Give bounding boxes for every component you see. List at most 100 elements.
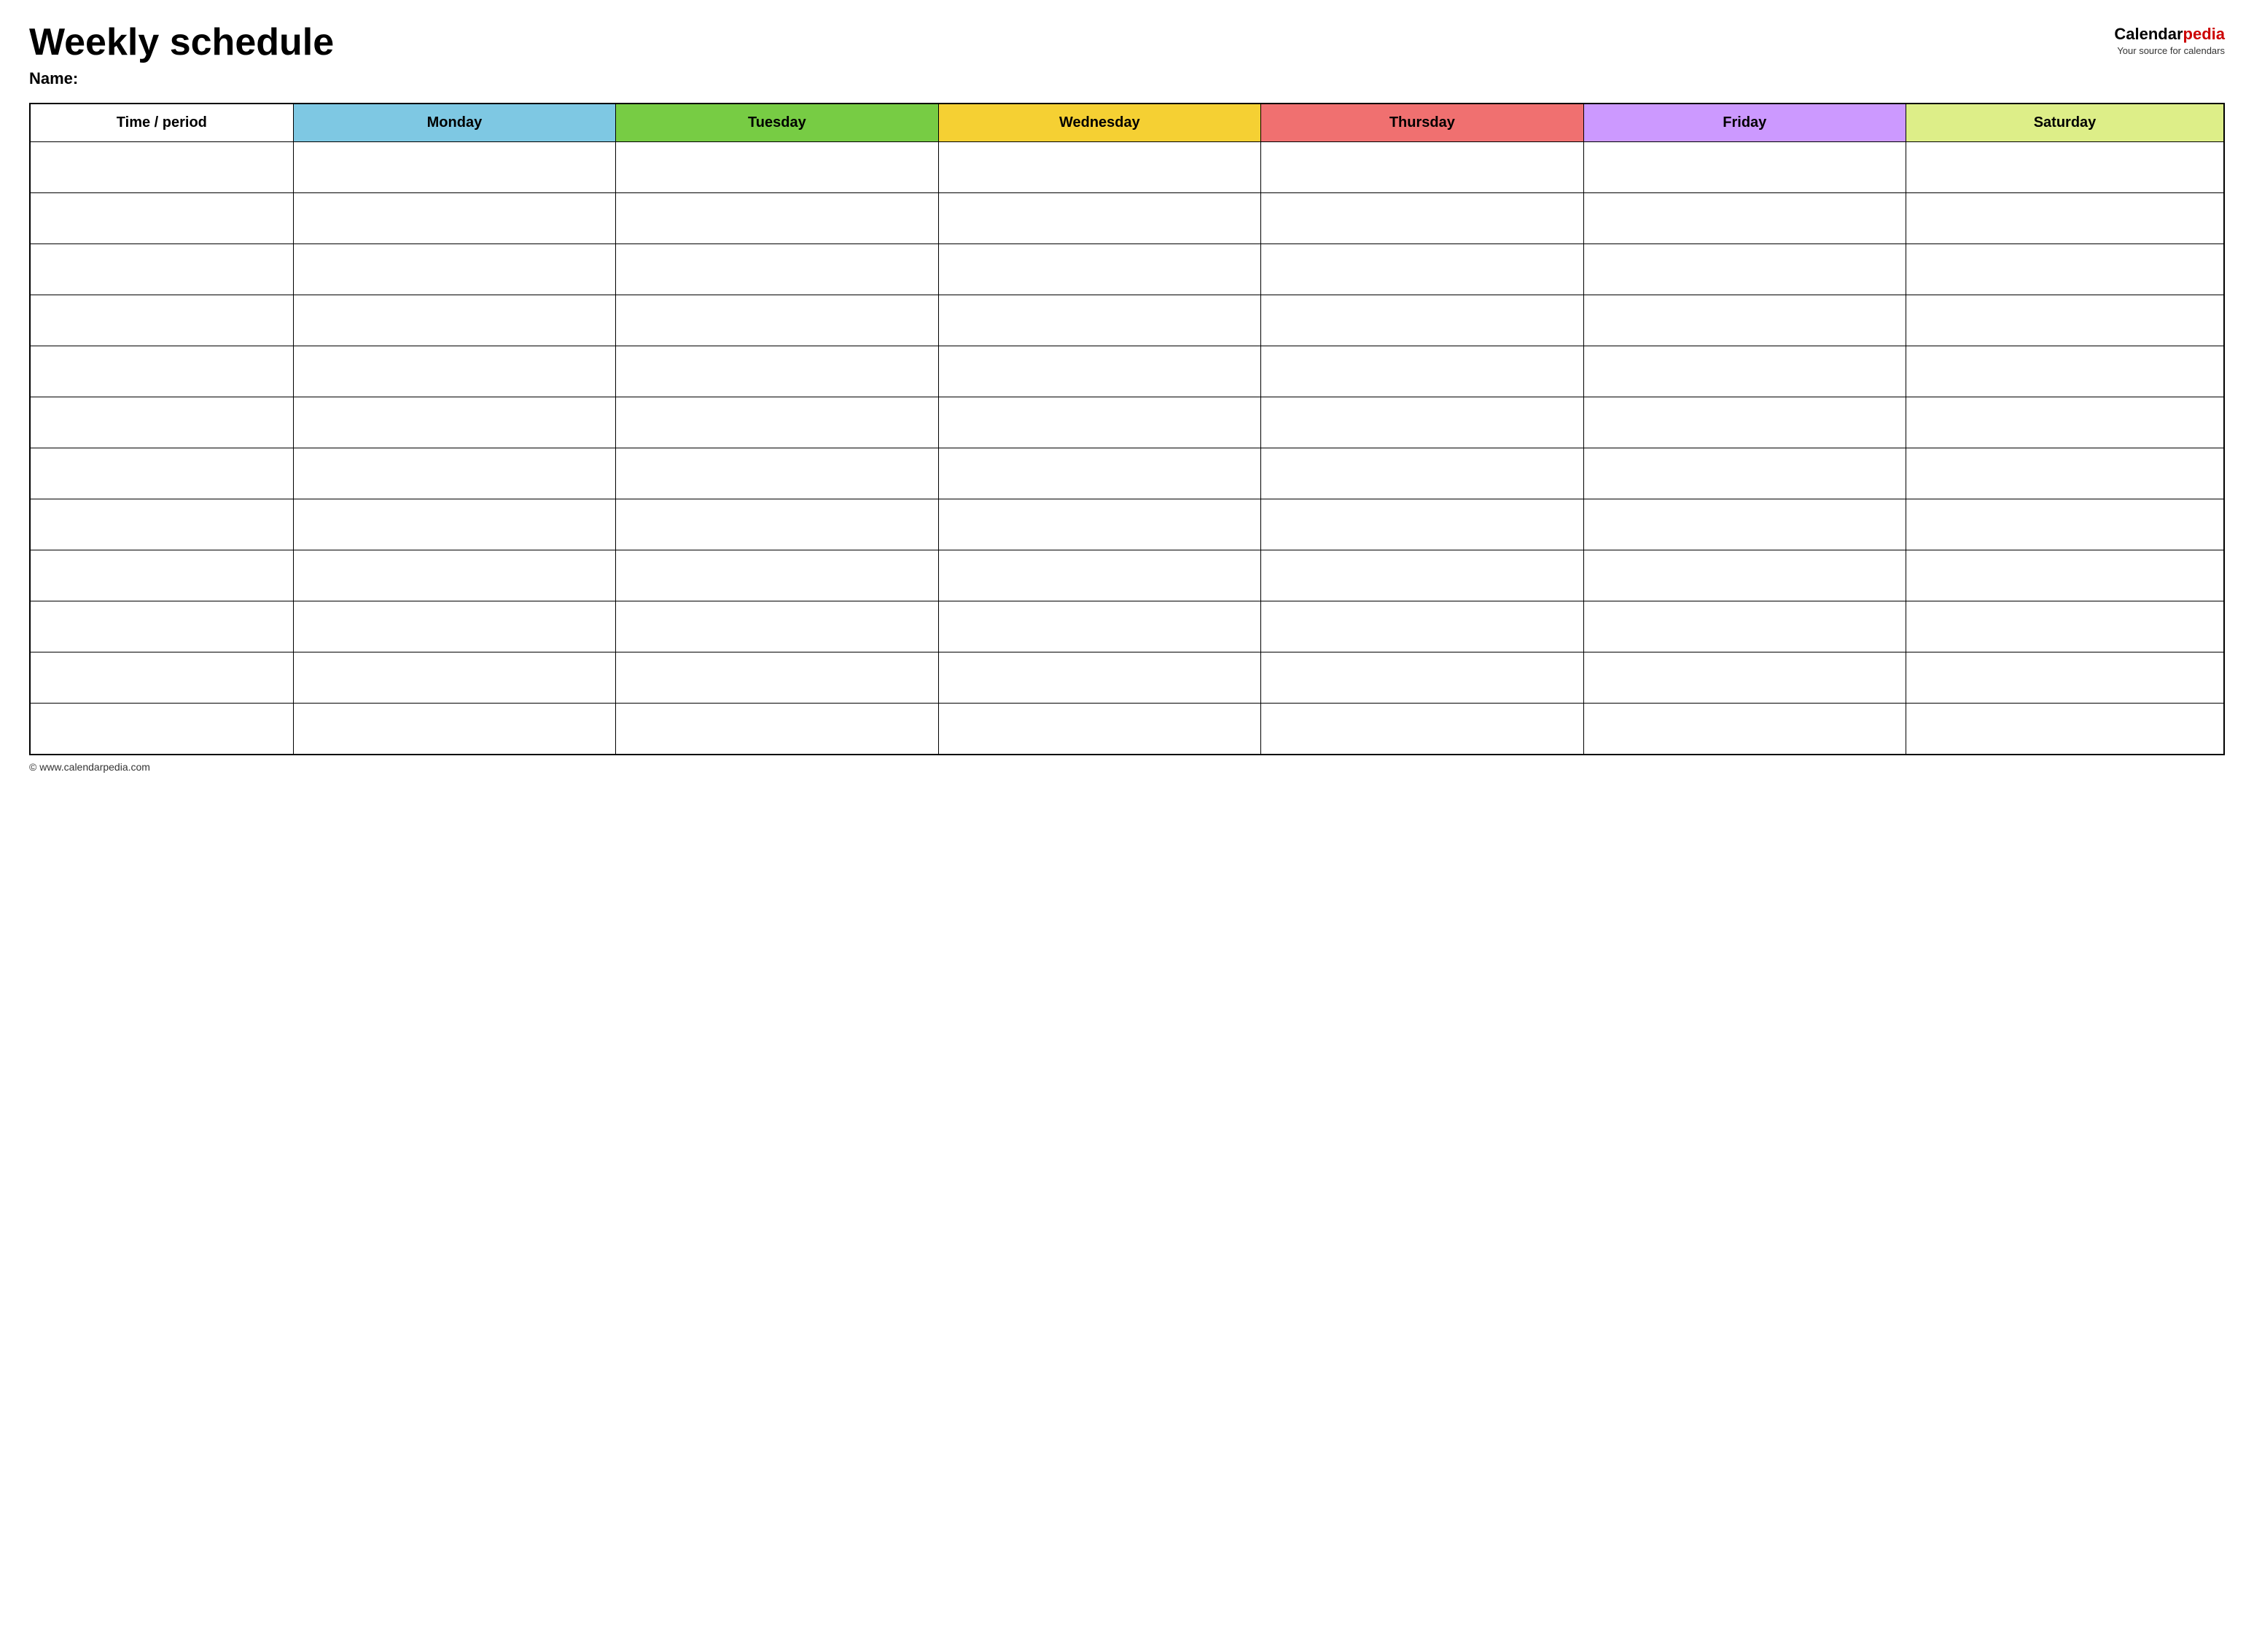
table-cell[interactable] [1906,499,2224,550]
table-cell[interactable] [616,550,938,601]
table-cell[interactable] [1583,601,1906,652]
table-cell[interactable] [616,397,938,448]
table-cell[interactable] [938,550,1260,601]
table-cell[interactable] [938,652,1260,704]
table-cell[interactable] [293,448,615,499]
table-cell[interactable] [293,550,615,601]
table-cell[interactable] [1261,704,1583,755]
table-cell[interactable] [938,704,1260,755]
table-cell[interactable] [1906,346,2224,397]
table-cell[interactable] [1583,346,1906,397]
table-cell[interactable] [293,601,615,652]
table-cell[interactable] [616,499,938,550]
table-cell[interactable] [938,397,1260,448]
table-cell[interactable] [1906,244,2224,295]
table-cell[interactable] [293,244,615,295]
table-cell[interactable] [1906,193,2224,244]
table-row [30,142,2224,193]
table-cell[interactable] [30,448,293,499]
table-cell[interactable] [293,142,615,193]
table-cell[interactable] [938,346,1260,397]
table-cell[interactable] [1906,448,2224,499]
table-cell[interactable] [1261,499,1583,550]
table-cell[interactable] [1261,448,1583,499]
table-row [30,704,2224,755]
table-cell[interactable] [30,704,293,755]
table-cell[interactable] [938,601,1260,652]
table-cell[interactable] [1261,550,1583,601]
table-cell[interactable] [938,448,1260,499]
table-cell[interactable] [1906,601,2224,652]
logo-tagline: Your source for calendars [2117,45,2225,56]
table-cell[interactable] [938,193,1260,244]
table-cell[interactable] [1906,295,2224,346]
table-cell[interactable] [1583,652,1906,704]
table-cell[interactable] [1261,397,1583,448]
table-cell[interactable] [1261,193,1583,244]
table-cell[interactable] [1906,397,2224,448]
footer: © www.calendarpedia.com [29,761,2225,773]
table-cell[interactable] [1906,704,2224,755]
table-cell[interactable] [1261,346,1583,397]
table-cell[interactable] [293,397,615,448]
table-cell[interactable] [616,244,938,295]
col-header-thursday: Thursday [1261,104,1583,142]
table-cell[interactable] [30,397,293,448]
col-header-saturday: Saturday [1906,104,2224,142]
table-cell[interactable] [1261,652,1583,704]
table-cell[interactable] [1261,295,1583,346]
table-cell[interactable] [30,142,293,193]
table-cell[interactable] [30,193,293,244]
table-cell[interactable] [1261,601,1583,652]
table-cell[interactable] [30,295,293,346]
table-cell[interactable] [293,193,615,244]
table-cell[interactable] [293,704,615,755]
table-cell[interactable] [30,244,293,295]
table-cell[interactable] [1906,142,2224,193]
table-cell[interactable] [616,704,938,755]
col-header-time: Time / period [30,104,293,142]
table-cell[interactable] [1261,142,1583,193]
table-cell[interactable] [293,652,615,704]
table-cell[interactable] [1583,499,1906,550]
table-cell[interactable] [938,295,1260,346]
logo-section: Calendarpedia Your source for calendars [2114,25,2225,56]
table-cell[interactable] [1583,295,1906,346]
page-title: Weekly schedule [29,22,334,63]
table-cell[interactable] [30,550,293,601]
table-cell[interactable] [616,448,938,499]
logo-pedia: pedia [2183,25,2225,43]
table-cell[interactable] [293,499,615,550]
table-cell[interactable] [30,499,293,550]
table-cell[interactable] [938,244,1260,295]
table-cell[interactable] [1906,550,2224,601]
table-cell[interactable] [616,295,938,346]
table-cell[interactable] [1583,448,1906,499]
table-cell[interactable] [30,652,293,704]
table-row [30,397,2224,448]
table-cell[interactable] [1261,244,1583,295]
table-cell[interactable] [293,295,615,346]
table-cell[interactable] [30,346,293,397]
table-cell[interactable] [293,346,615,397]
table-row [30,193,2224,244]
table-cell[interactable] [1583,704,1906,755]
table-cell[interactable] [616,601,938,652]
table-cell[interactable] [1583,244,1906,295]
table-cell[interactable] [616,346,938,397]
table-cell[interactable] [1583,142,1906,193]
table-cell[interactable] [616,193,938,244]
table-cell[interactable] [616,652,938,704]
col-header-monday: Monday [293,104,615,142]
table-cell[interactable] [616,142,938,193]
table-header-row: Time / period Monday Tuesday Wednesday T… [30,104,2224,142]
table-cell[interactable] [1583,193,1906,244]
table-cell[interactable] [938,499,1260,550]
table-cell[interactable] [938,142,1260,193]
table-cell[interactable] [30,601,293,652]
table-row [30,652,2224,704]
schedule-table: Time / period Monday Tuesday Wednesday T… [29,103,2225,755]
table-cell[interactable] [1906,652,2224,704]
table-cell[interactable] [1583,550,1906,601]
table-cell[interactable] [1583,397,1906,448]
